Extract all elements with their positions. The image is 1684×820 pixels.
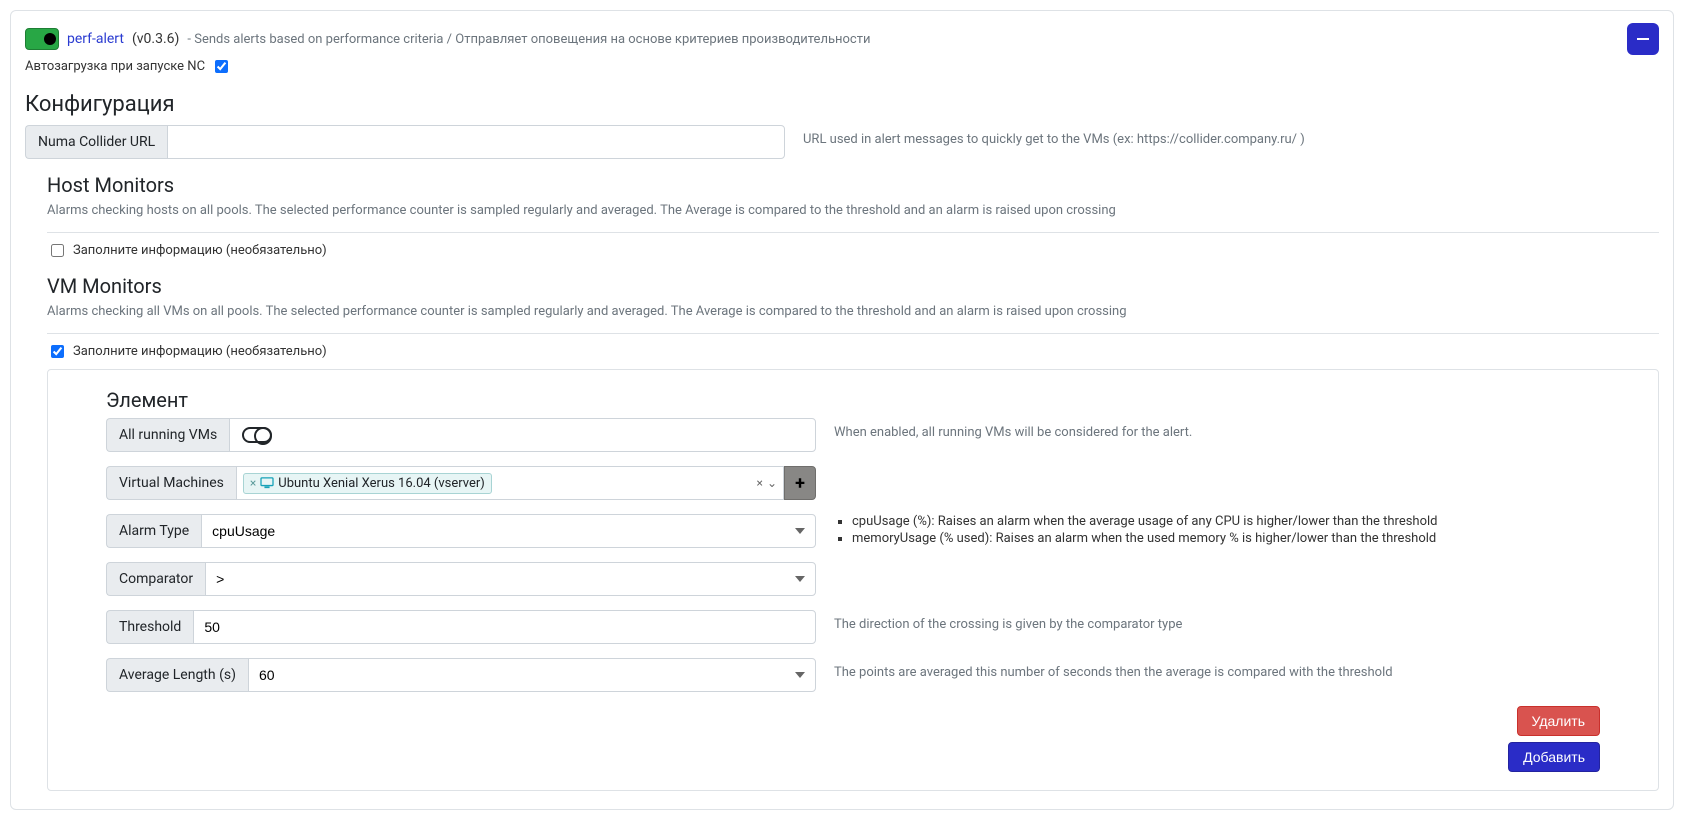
all-running-help: When enabled, all running VMs will be co…	[834, 418, 1600, 440]
alarm-help-1: cpuUsage (%): Raises an alarm when the a…	[852, 514, 1600, 529]
avglen-help: The points are averaged this number of s…	[834, 658, 1600, 680]
host-monitors-block: Host Monitors Alarms checking hosts on a…	[25, 173, 1659, 791]
vm-tag: × Ubuntu Xenial Xerus 16.04 (vserver)	[243, 473, 492, 494]
all-running-group: All running VMs	[106, 418, 816, 452]
url-row: Numa Collider URL URL used in alert mess…	[25, 125, 1659, 159]
alarm-type-row: Alarm Type cpuUsage cpuUsage (%): Raises…	[106, 514, 1600, 548]
autoload-row: Автозагрузка при запуске NC	[25, 57, 1659, 76]
vm-fill-row: Заполните информацию (необязательно)	[47, 342, 1659, 361]
minus-icon	[1636, 32, 1650, 46]
vms-help	[834, 466, 1600, 473]
host-monitors-desc: Alarms checking hosts on all pools. The …	[47, 203, 1659, 218]
collapse-button[interactable]	[1627, 23, 1659, 55]
comparator-group: Comparator >	[106, 562, 816, 596]
plugin-description: - Sends alerts based on performance crit…	[187, 32, 870, 47]
element-title: Элемент	[106, 388, 1600, 412]
element-panel: Элемент All running VMs When enabled, al…	[47, 369, 1659, 791]
plugin-version: (v0.3.6)	[132, 31, 179, 47]
vm-fill-checkbox[interactable]	[51, 345, 64, 358]
host-fill-row: Заполните информацию (необязательно)	[47, 241, 1659, 260]
vm-monitors-desc: Alarms checking all VMs on all pools. Th…	[47, 304, 1659, 319]
vm-tag-remove-icon[interactable]: ×	[250, 476, 256, 490]
host-fill-checkbox[interactable]	[51, 244, 64, 257]
clear-all-icon[interactable]: ×	[757, 476, 763, 490]
alarm-type-help: cpuUsage (%): Raises an alarm when the a…	[834, 514, 1600, 548]
toggle-knob-icon	[44, 33, 56, 45]
avglen-label: Average Length (s)	[106, 658, 248, 692]
header-row: perf-alert (v0.3.6) - Sends alerts based…	[25, 23, 1659, 55]
url-input[interactable]	[167, 125, 785, 159]
element-buttons: Удалить Добавить	[106, 706, 1600, 772]
host-separator	[47, 232, 1659, 233]
header-left: perf-alert (v0.3.6) - Sends alerts based…	[25, 28, 871, 50]
url-help: URL used in alert messages to quickly ge…	[803, 125, 1659, 147]
chevron-down-icon[interactable]: ⌄	[767, 476, 777, 490]
plugin-enabled-toggle[interactable]	[25, 28, 59, 50]
host-fill-label: Заполните информацию (необязательно)	[73, 243, 327, 258]
threshold-label: Threshold	[106, 610, 193, 644]
all-running-label: All running VMs	[106, 418, 229, 452]
vms-row: Virtual Machines × Ubuntu Xenial Xerus 1…	[106, 466, 1600, 500]
comparator-row: Comparator >	[106, 562, 1600, 596]
comparator-label: Comparator	[106, 562, 205, 596]
url-addon-label: Numa Collider URL	[25, 125, 167, 159]
add-button[interactable]: Добавить	[1508, 742, 1600, 772]
vm-tag-label: Ubuntu Xenial Xerus 16.04 (vserver)	[278, 476, 485, 491]
vm-monitors-title: VM Monitors	[47, 274, 1659, 298]
alarm-type-select[interactable]: cpuUsage	[201, 514, 816, 548]
plugin-card: perf-alert (v0.3.6) - Sends alerts based…	[10, 10, 1674, 810]
avglen-group: Average Length (s) 60	[106, 658, 816, 692]
all-running-toggle-container	[229, 418, 816, 452]
host-monitors-title: Host Monitors	[47, 173, 1659, 197]
plugin-name: perf-alert	[67, 31, 124, 47]
comparator-help	[834, 562, 1600, 569]
threshold-row: Threshold The direction of the crossing …	[106, 610, 1600, 644]
avglen-select[interactable]: 60	[248, 658, 816, 692]
delete-button[interactable]: Удалить	[1517, 706, 1600, 736]
alarm-help-2: memoryUsage (% used): Raises an alarm wh…	[852, 531, 1600, 546]
vms-select[interactable]: × Ubuntu Xenial Xerus 16.04 (vserver) × …	[236, 466, 784, 500]
autoload-label: Автозагрузка при запуске NC	[25, 59, 205, 74]
vms-group: Virtual Machines × Ubuntu Xenial Xerus 1…	[106, 466, 816, 500]
vm-separator	[47, 333, 1659, 334]
monitor-icon	[260, 477, 274, 489]
alarm-type-group: Alarm Type cpuUsage	[106, 514, 816, 548]
vm-fill-label: Заполните информацию (необязательно)	[73, 344, 327, 359]
threshold-input[interactable]	[193, 610, 816, 644]
autoload-checkbox[interactable]	[215, 60, 228, 73]
threshold-help: The direction of the crossing is given b…	[834, 610, 1600, 632]
add-vm-button[interactable]: +	[784, 466, 816, 500]
config-title: Конфигурация	[25, 92, 1659, 117]
comparator-select[interactable]: >	[205, 562, 816, 596]
url-input-group: Numa Collider URL	[25, 125, 785, 159]
vms-label: Virtual Machines	[106, 466, 236, 500]
threshold-group: Threshold	[106, 610, 816, 644]
all-running-toggle[interactable]	[242, 427, 272, 443]
alarm-type-label: Alarm Type	[106, 514, 201, 548]
vms-clear-group: × ⌄	[757, 476, 777, 490]
all-running-row: All running VMs When enabled, all runnin…	[106, 418, 1600, 452]
avglen-row: Average Length (s) 60 The points are ave…	[106, 658, 1600, 692]
